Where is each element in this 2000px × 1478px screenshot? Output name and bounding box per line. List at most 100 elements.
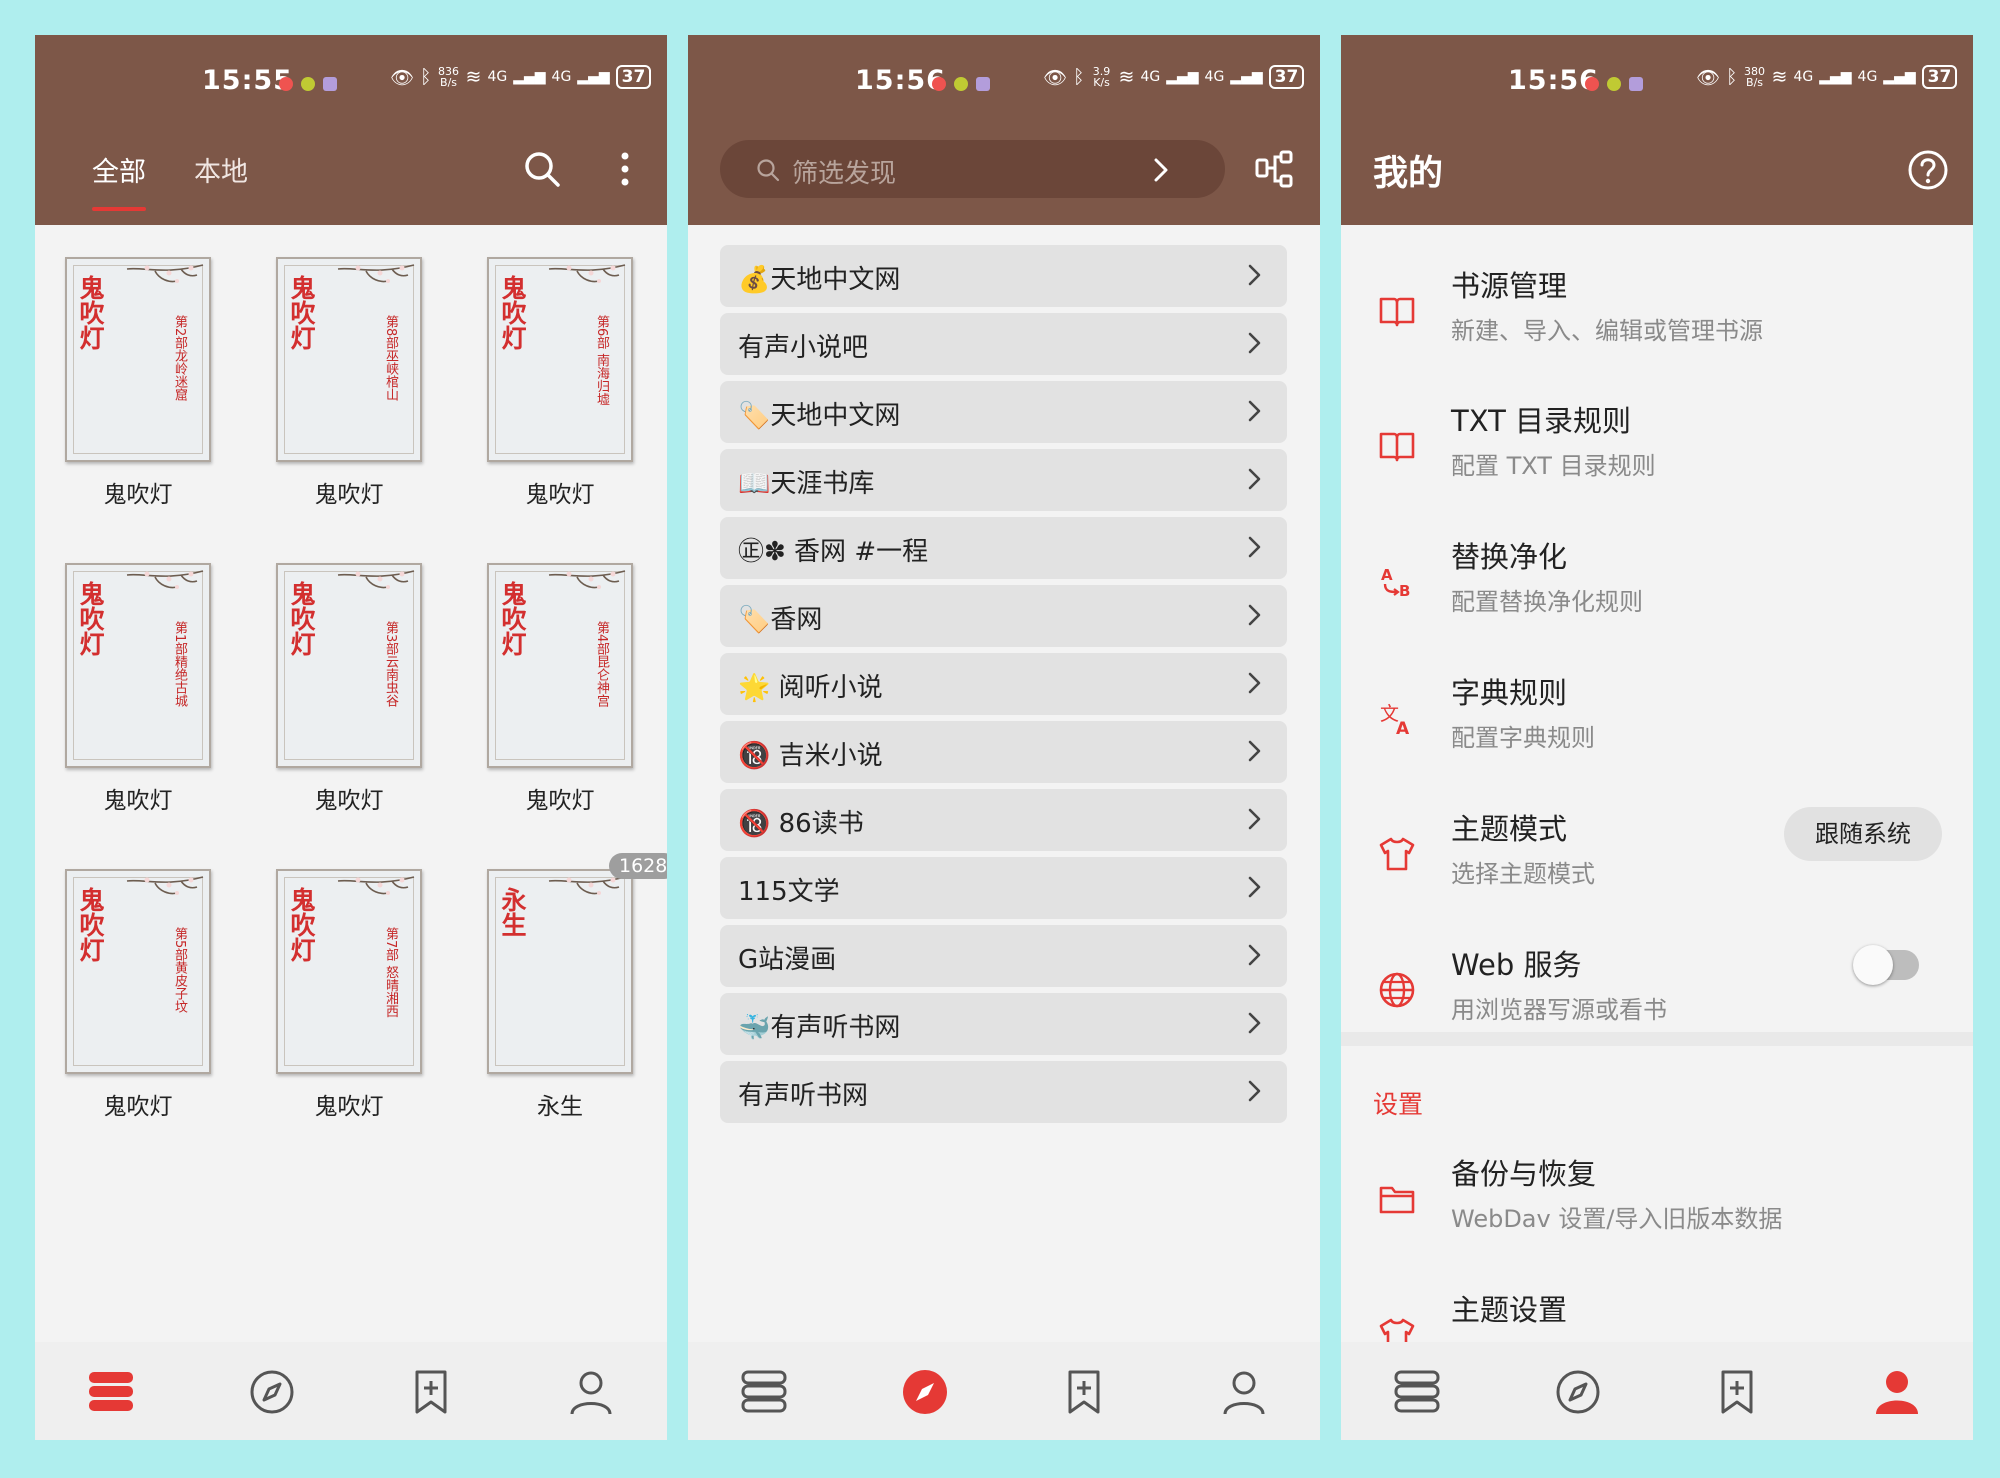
source-row[interactable]: G站漫画 xyxy=(720,925,1287,987)
bookmark-add-icon[interactable] xyxy=(1058,1366,1110,1418)
chevron-right-icon xyxy=(1248,740,1261,762)
more-vert-icon[interactable] xyxy=(603,147,647,191)
source-row[interactable]: 🏷️天地中文网 xyxy=(720,381,1287,443)
chevron-right-icon xyxy=(1248,604,1261,626)
search-icon xyxy=(757,159,780,182)
tab-all[interactable]: 全部 xyxy=(92,150,146,211)
bottom-nav xyxy=(35,1342,667,1440)
book-title: 鬼吹灯 xyxy=(314,482,384,508)
book-cover: 鬼吹灯 第7部 怒晴湘西 xyxy=(276,869,422,1074)
book-cover: 鬼吹灯 第1部精绝古城 xyxy=(65,563,211,768)
status-bar: 15:55 👁 ᛒ 836 B/s ≋ 4G ▂▄▆ 4G ▂▄▆ 37 xyxy=(35,35,667,130)
menu-item-txt-toc-rule[interactable]: TXT 目录规则 配置 TXT 目录规则 xyxy=(1341,382,1973,517)
source-row[interactable]: 📖天涯书库 xyxy=(720,449,1287,511)
person-icon[interactable] xyxy=(1871,1366,1923,1418)
chevron-right-icon[interactable] xyxy=(1153,158,1169,182)
book-title: 鬼吹灯 xyxy=(525,788,595,814)
cover-subtitle: 第4部昆仑神宫 xyxy=(594,621,609,708)
source-name: 🐳有声听书网 xyxy=(738,1013,901,1043)
bookshelf-icon[interactable] xyxy=(738,1366,790,1418)
source-row[interactable]: 🏷️香网 xyxy=(720,585,1287,647)
source-name: ㊣✽ 香网 #一程 xyxy=(738,537,929,567)
eye-icon: 👁 xyxy=(1696,66,1721,89)
search-icon[interactable] xyxy=(520,147,564,191)
svg-text:A: A xyxy=(1381,566,1393,584)
bookmark-add-icon[interactable] xyxy=(1711,1366,1763,1418)
chevron-right-icon xyxy=(1248,332,1261,354)
source-row[interactable]: 有声小说吧 xyxy=(720,313,1287,375)
plum-branch-decoration xyxy=(126,570,204,589)
source-row[interactable]: 🌟 阅听小说 xyxy=(720,653,1287,715)
chevron-right-icon xyxy=(1248,264,1261,286)
translate-icon: 文A xyxy=(1380,703,1410,738)
web-service-switch[interactable] xyxy=(1853,945,1919,985)
discover-screen: 15:56 👁 ᛒ 3.9 K/s ≋ 4G ▂▄▆ 4G ▂▄▆ 37 筛选发现 … xyxy=(688,35,1320,1440)
status-bar: 15:56 👁 ᛒ 380 B/s ≋ 4G ▂▄▆ 4G ▂▄▆ 37 xyxy=(1341,35,1973,130)
wifi-icon: ≋ xyxy=(1118,66,1135,88)
filter-search-field[interactable]: 筛选发现 xyxy=(720,140,1225,198)
chevron-right-icon xyxy=(1248,1080,1261,1102)
source-name: 💰天地中文网 xyxy=(738,265,901,295)
search-placeholder: 筛选发现 xyxy=(792,159,897,189)
bottom-nav xyxy=(688,1342,1320,1440)
source-name: 🔞 86读书 xyxy=(738,809,864,839)
source-row[interactable]: 🔞 吉米小说 xyxy=(720,721,1287,783)
compass-icon[interactable] xyxy=(1552,1366,1604,1418)
signal-icon: 4G xyxy=(1857,69,1878,85)
bookshelf-icon[interactable] xyxy=(85,1366,137,1418)
app-bar: 15:55 👁 ᛒ 836 B/s ≋ 4G ▂▄▆ 4G ▂▄▆ 37 全部 本地 xyxy=(35,35,667,225)
cover-subtitle: 第3部云南虫谷 xyxy=(383,621,398,708)
chevron-right-icon xyxy=(1248,536,1261,558)
book-cover: 鬼吹灯 第3部云南虫谷 xyxy=(276,563,422,768)
signal-icon: 4G xyxy=(551,69,572,85)
menu-item-book-source[interactable]: 书源管理 新建、导入、编辑或管理书源 xyxy=(1341,247,1973,382)
eye-icon: 👁 xyxy=(390,66,415,89)
person-icon[interactable] xyxy=(565,1366,617,1418)
shelf-tabs: 全部 本地 xyxy=(92,150,248,211)
wifi-icon: ≋ xyxy=(465,66,482,88)
battery-icon: 37 xyxy=(615,65,652,89)
menu-item-dict-rule[interactable]: 文A 字典规则 配置字典规则 xyxy=(1341,654,1973,789)
group-tree-icon[interactable] xyxy=(1253,148,1297,192)
source-row[interactable]: 🐳有声听书网 xyxy=(720,993,1287,1055)
bluetooth-icon: ᛒ xyxy=(1073,66,1085,88)
notify-red-icon xyxy=(1585,76,1599,91)
battery-icon: 37 xyxy=(1268,65,1305,89)
book-cover: 鬼吹灯 第2部龙岭迷窟 xyxy=(65,257,211,462)
notify-red-icon xyxy=(932,76,946,91)
help-icon[interactable] xyxy=(1906,148,1950,192)
source-row[interactable]: 🔞 86读书 xyxy=(720,789,1287,851)
bookmark-add-icon[interactable] xyxy=(405,1366,457,1418)
folder-icon xyxy=(1379,1186,1415,1214)
notify-green-icon xyxy=(1607,76,1621,91)
compass-icon[interactable] xyxy=(246,1366,298,1418)
source-row[interactable]: ㊣✽ 香网 #一程 xyxy=(720,517,1287,579)
app-bar: 15:56 👁 ᛒ 380 B/s ≋ 4G ▂▄▆ 4G ▂▄▆ 37 我的 xyxy=(1341,35,1973,225)
net-speed: 3.9 K/s xyxy=(1092,65,1111,89)
globe-icon xyxy=(1379,972,1415,1008)
book-title: 鬼吹灯 xyxy=(525,482,595,508)
plum-branch-decoration xyxy=(548,264,626,283)
plum-branch-decoration xyxy=(126,876,204,895)
bookshelf-screen: 15:55 👁 ᛒ 836 B/s ≋ 4G ▂▄▆ 4G ▂▄▆ 37 全部 本地… xyxy=(35,35,667,1440)
cover-title: 鬼吹灯 xyxy=(498,275,527,350)
menu-item-backup-restore[interactable]: 备份与恢复 WebDav 设置/导入旧版本数据 xyxy=(1341,1135,1973,1270)
plum-branch-decoration xyxy=(126,264,204,283)
source-row[interactable]: 115文学 xyxy=(720,857,1287,919)
plum-branch-decoration xyxy=(337,876,415,895)
notify-green-icon xyxy=(301,76,315,91)
bookshelf-icon[interactable] xyxy=(1391,1366,1443,1418)
book-title: 鬼吹灯 xyxy=(103,1094,173,1120)
menu-item-replace-rule[interactable]: AB 替换净化 配置替换净化规则 xyxy=(1341,518,1973,653)
person-icon[interactable] xyxy=(1218,1366,1270,1418)
theme-mode-select[interactable]: 跟随系统 xyxy=(1784,807,1942,861)
compass-icon[interactable] xyxy=(899,1366,951,1418)
plum-branch-decoration xyxy=(337,264,415,283)
source-row[interactable]: 💰天地中文网 xyxy=(720,245,1287,307)
book-title: 鬼吹灯 xyxy=(314,788,384,814)
battery-icon: 37 xyxy=(1921,65,1958,89)
source-name: 📖天涯书库 xyxy=(738,469,875,499)
cover-title: 鬼吹灯 xyxy=(287,275,316,350)
source-row[interactable]: 有声听书网 xyxy=(720,1061,1287,1123)
tab-local[interactable]: 本地 xyxy=(194,150,248,189)
